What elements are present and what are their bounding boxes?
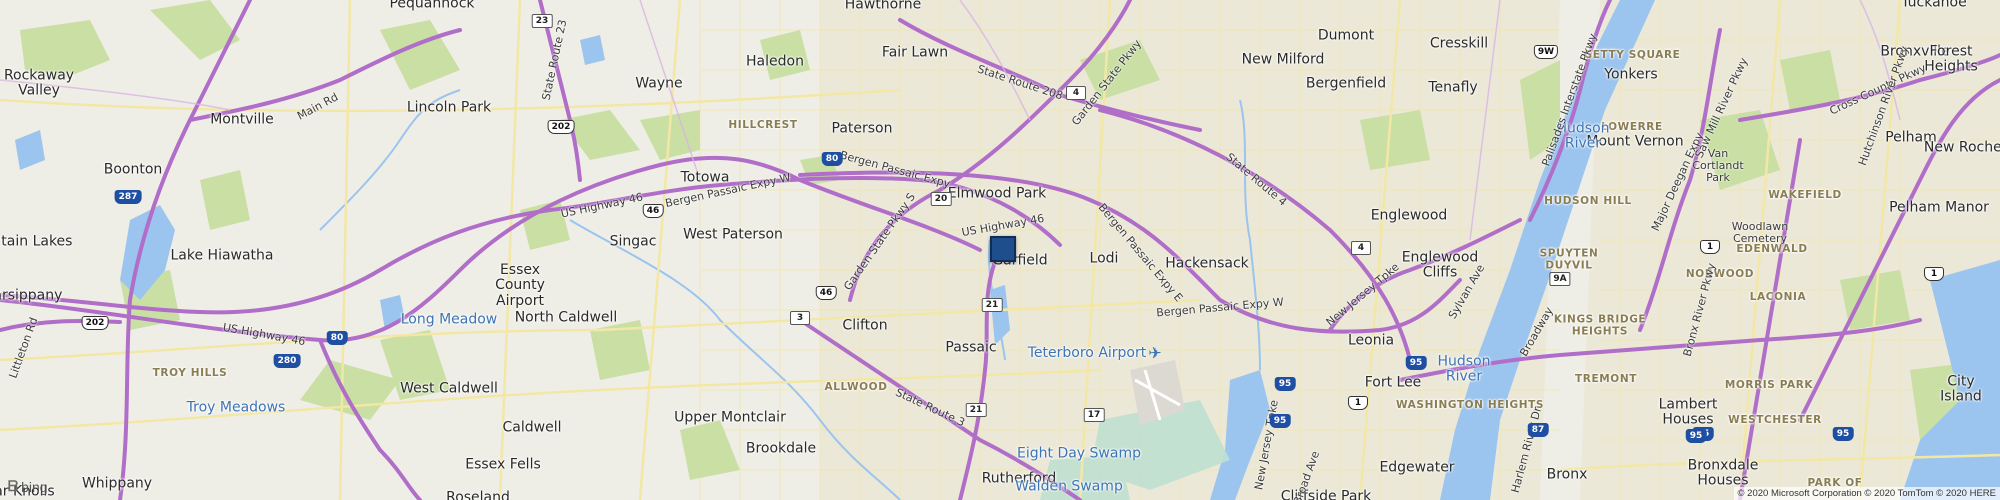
route-shield-46: 46 <box>642 204 664 218</box>
location-pin[interactable] <box>990 236 1016 262</box>
route-shield-202: 202 <box>81 316 109 330</box>
route-shield-280: 280 <box>273 354 301 368</box>
route-shield-95: 95 <box>1685 429 1707 443</box>
route-shield-4: 4 <box>1351 241 1371 255</box>
route-shield-95: 95 <box>1832 427 1854 441</box>
route-shield-17: 17 <box>1083 408 1105 422</box>
airport-icon: ✈ <box>1148 343 1162 363</box>
route-shield-21: 21 <box>965 403 987 417</box>
map-view[interactable]: Pequannock Hawthorne Dumont Tuckahoe Rockawa… <box>0 0 2000 500</box>
route-shield-23: 23 <box>531 14 553 28</box>
route-shield-21: 21 <box>981 298 1003 312</box>
route-shield-20: 20 <box>930 192 952 206</box>
route-shield-87: 87 <box>1527 423 1549 437</box>
map-attribution[interactable]: © 2020 Microsoft Corporation © 2020 TomT… <box>1733 487 2000 500</box>
bing-logo[interactable]: ᗷ bing <box>8 478 48 495</box>
route-shield-287: 287 <box>114 190 142 204</box>
route-shield-1: 1 <box>1924 267 1944 281</box>
bing-b-icon: ᗷ <box>8 478 19 494</box>
route-shield-3: 3 <box>790 311 810 325</box>
route-shield-9a: 9A <box>1549 272 1571 286</box>
route-shield-1: 1 <box>1348 396 1368 410</box>
route-shield-95: 95 <box>1405 356 1427 370</box>
route-shield-80: 80 <box>821 152 843 166</box>
route-shield-95: 95 <box>1274 377 1296 391</box>
route-shield-1: 1 <box>1700 240 1720 254</box>
bing-logo-text: bing <box>21 478 48 495</box>
route-shield-4: 4 <box>1066 86 1086 100</box>
route-shield-9w: 9W <box>1533 45 1559 59</box>
route-shield-80: 80 <box>326 331 348 345</box>
route-shield-202: 202 <box>547 120 575 134</box>
route-shield-46: 46 <box>815 286 837 300</box>
route-shield-95: 95 <box>1269 414 1291 428</box>
